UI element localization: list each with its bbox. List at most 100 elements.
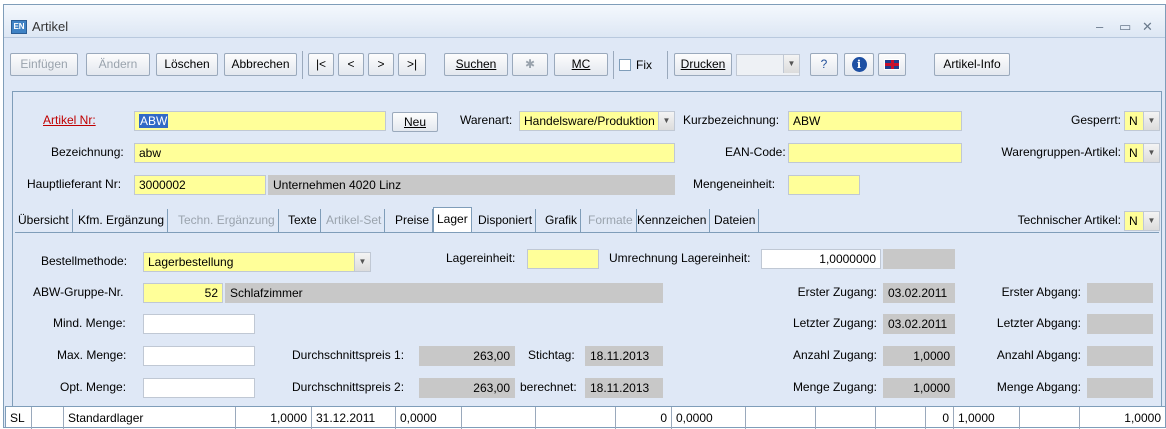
help-button[interactable]: ? (810, 53, 838, 76)
aendern-button[interactable]: Ändern (86, 53, 150, 76)
bestellmethode-select[interactable]: Lagerbestellung ▼ (143, 252, 371, 272)
tab-artikel-set[interactable]: Artikel-Set (323, 209, 386, 233)
menge-abgang-label: Menge Abgang: (996, 380, 1081, 394)
bezeichnung-label: Bezeichnung: (51, 145, 124, 159)
neu-button[interactable]: Neu (392, 112, 438, 132)
tab-lager[interactable]: Lager (433, 207, 472, 233)
erster-abgang-label: Erster Abgang: (1001, 285, 1081, 299)
grid-cell[interactable] (876, 407, 926, 429)
artikel-info-button[interactable]: Artikel-Info (934, 53, 1010, 76)
grid-cell-faktor[interactable]: 1,0000 (236, 407, 312, 429)
ean-field[interactable] (788, 143, 962, 163)
warenart-label: Warenart: (460, 113, 513, 127)
technischer-select[interactable]: N ▼ (1124, 211, 1160, 231)
warengruppen-select[interactable]: N ▼ (1124, 143, 1160, 163)
umrechnung-field[interactable]: 1,0000000 (761, 249, 881, 269)
grid-cell[interactable] (1020, 407, 1080, 429)
first-record-button[interactable]: |< (308, 53, 334, 76)
drucken-button[interactable]: Drucken (674, 53, 732, 76)
toolbar-separator (613, 51, 614, 79)
erster-zugang-display: 03.02.2011 (883, 283, 955, 303)
next-record-button[interactable]: > (368, 53, 394, 76)
menge-zugang-label: Menge Zugang: (792, 380, 877, 394)
mc-button[interactable]: MC (554, 53, 608, 76)
grid-cell-wert[interactable]: 1,0000 (954, 407, 1020, 429)
grid-cell[interactable] (746, 407, 816, 429)
lagereinheit-field[interactable] (527, 249, 599, 269)
grid-cell-wert[interactable]: 0,0000 (672, 407, 746, 429)
mind-menge-field[interactable] (143, 314, 255, 334)
ean-label: EAN-Code: (725, 145, 786, 159)
last-record-button[interactable]: >| (398, 53, 426, 76)
fix-label: Fix (636, 58, 652, 72)
mengeneinheit-field[interactable] (788, 175, 860, 195)
technischer-label: Technischer Artikel: (1017, 213, 1121, 227)
artikel-window: EN Artikel – ▭ ✕ Einfügen Ändern Löschen… (3, 4, 1166, 428)
toolbar-separator (667, 51, 668, 79)
grid-cell-datum[interactable]: 31.12.2011 (312, 407, 396, 429)
window-title: Artikel (32, 19, 69, 34)
grid-cell-count[interactable]: 0 (616, 407, 672, 429)
max-menge-field[interactable] (143, 346, 255, 366)
grid-cell[interactable] (816, 407, 876, 429)
abw-gruppe-field[interactable]: 52 (143, 283, 223, 303)
grid-cell-wert[interactable]: 0,0000 (396, 407, 462, 429)
tab-grafik[interactable]: Grafik (542, 209, 582, 233)
grid-cell[interactable] (536, 407, 616, 429)
grid-cell-code[interactable]: SL (6, 407, 32, 429)
dp2-display: 263,00 (419, 378, 515, 398)
dp1-label: Durchschnittspreis 1: (292, 348, 405, 362)
tab-uebersicht[interactable]: Übersicht (15, 209, 73, 233)
abbrechen-button[interactable]: Abbrechen (224, 53, 297, 76)
tab-formate[interactable]: Formate (585, 209, 637, 233)
tab-dateien[interactable]: Dateien (711, 209, 760, 233)
kurzbezeichnung-field[interactable]: ABW (788, 111, 962, 131)
tab-preise[interactable]: Preise (392, 209, 434, 233)
opt-menge-field[interactable] (143, 378, 255, 398)
toolbar: Einfügen Ändern Löschen Abbrechen |< < >… (4, 49, 1165, 83)
maximize-icon[interactable]: ▭ (1119, 19, 1131, 35)
drucken-select[interactable]: ▼ (736, 54, 800, 76)
suchen-button[interactable]: Suchen (444, 53, 508, 76)
stichtag-label: Stichtag: (528, 348, 575, 362)
language-button[interactable] (878, 53, 906, 76)
close-icon[interactable]: ✕ (1142, 19, 1153, 35)
tab-kfm-ergaenzung[interactable]: Kfm. Ergänzung (75, 209, 169, 233)
lagereinheit-label: Lagereinheit: (446, 251, 516, 265)
artikel-nr-field[interactable]: ABW (134, 111, 386, 131)
max-menge-label: Max. Menge: (57, 348, 127, 362)
grid-cell-count[interactable]: 0 (926, 407, 954, 429)
tab-techn-ergaenzung[interactable]: Techn. Ergänzung (175, 209, 279, 233)
tab-kennzeichen[interactable]: Kennzeichen (634, 209, 711, 233)
letzter-abgang-label: Letzter Abgang: (996, 316, 1081, 330)
gesperrt-select[interactable]: N ▼ (1124, 111, 1160, 131)
artikel-nr-label: Artikel Nr: (43, 113, 96, 127)
einfuegen-button[interactable]: Einfügen (10, 53, 78, 76)
abw-gruppe-label: ABW-Gruppe-Nr. (33, 285, 124, 299)
uk-flag-icon (884, 59, 900, 70)
lieferant-name-display: Unternehmen 4020 Linz (268, 175, 675, 195)
tab-texte[interactable]: Texte (285, 209, 321, 233)
bezeichnung-field[interactable]: abw (134, 143, 675, 163)
loeschen-button[interactable]: Löschen (156, 53, 218, 76)
umrechnung-extra-display (883, 249, 955, 269)
dp1-display: 263,00 (419, 346, 515, 366)
grid-cell[interactable] (462, 407, 536, 429)
minimize-icon[interactable]: – (1096, 19, 1103, 34)
grid-cell-wert[interactable]: 1,0000 (1080, 407, 1165, 429)
grid-cell-empty[interactable] (32, 407, 64, 429)
prev-record-button[interactable]: < (338, 53, 364, 76)
letzter-abgang-display (1087, 314, 1153, 334)
umrechnung-label: Umrechnung Lagereinheit: (609, 251, 751, 265)
berechnet-label: berechnet: (520, 380, 577, 394)
star-button[interactable]: ✱ (512, 53, 548, 76)
tab-disponiert[interactable]: Disponiert (475, 209, 537, 233)
stichtag-display: 18.11.2013 (585, 346, 663, 366)
bestellmethode-label: Bestellmethode: (41, 254, 128, 268)
fix-checkbox[interactable] (619, 59, 631, 71)
info-button[interactable]: i (844, 53, 874, 76)
grid-cell-lager[interactable]: Standardlager (64, 407, 236, 429)
hauptlieferant-field[interactable]: 3000002 (134, 175, 266, 195)
menge-abgang-display (1087, 378, 1153, 398)
warenart-select[interactable]: Handelsware/Produktion ▼ (519, 111, 675, 131)
